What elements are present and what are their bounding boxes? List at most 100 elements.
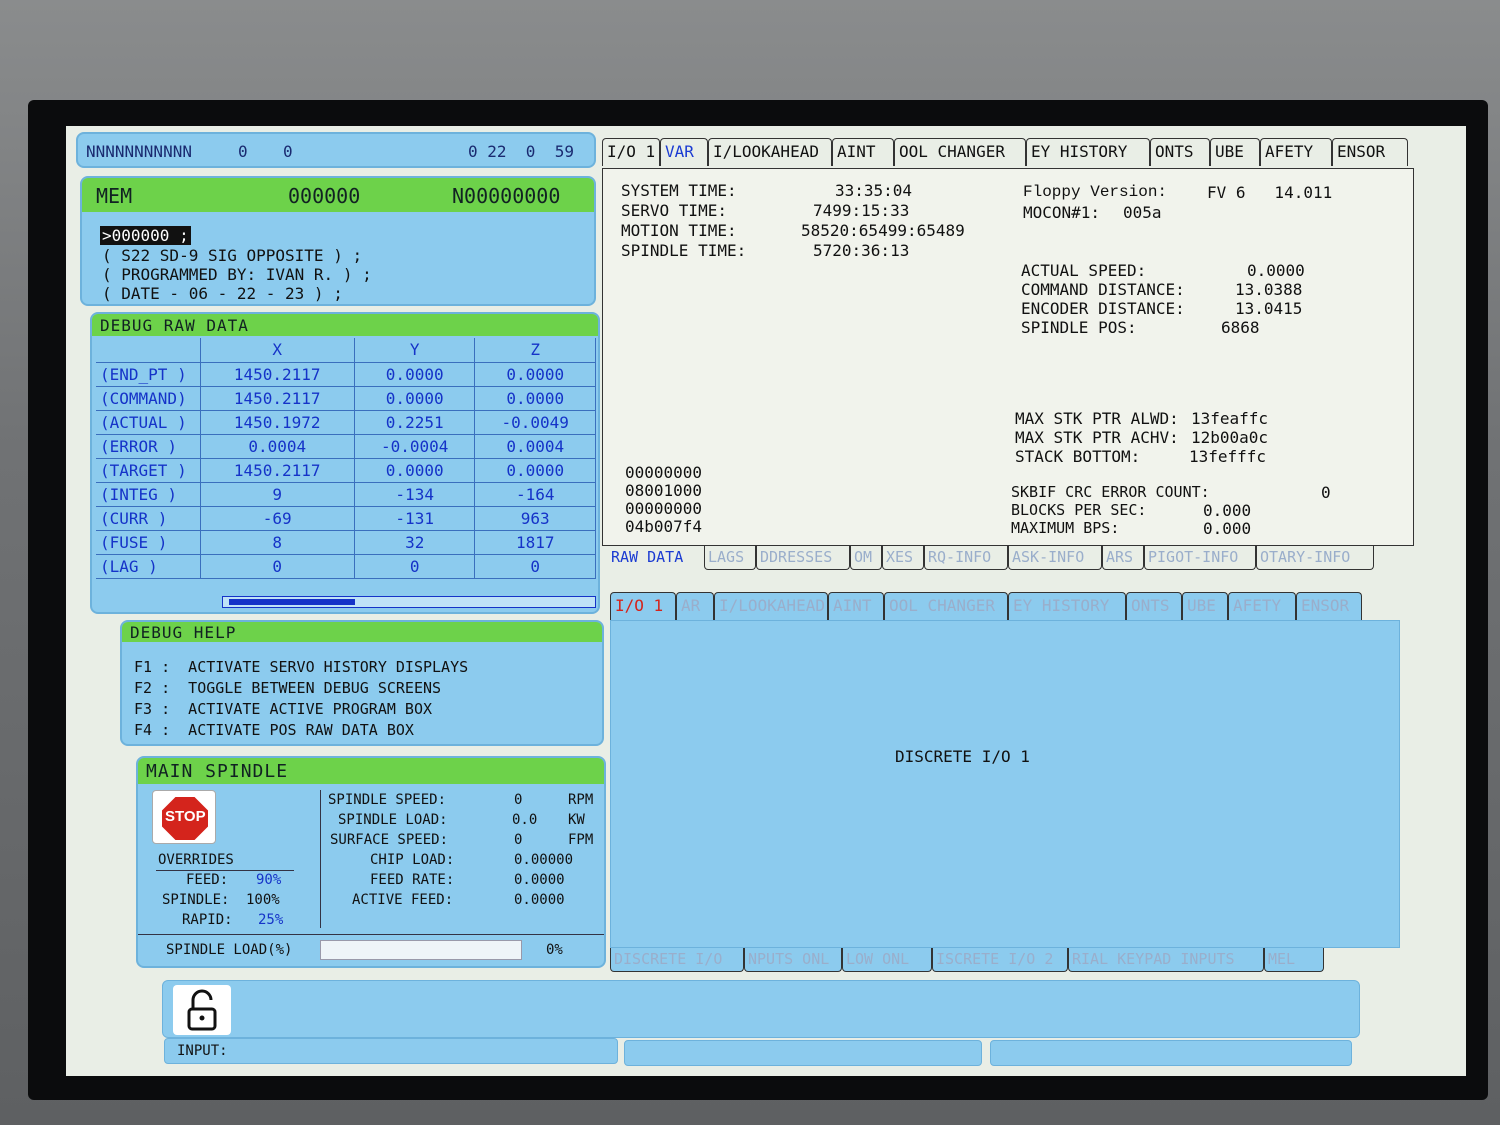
stat-label: SPINDLE LOAD: <box>338 812 448 828</box>
stack-bottom-value: 13fefffc <box>1189 447 1267 466</box>
table-row: (COMMAND) 1450.2117 0.0000 0.0000 <box>96 386 596 411</box>
tab-flow-only[interactable]: LOW ONL <box>842 948 932 972</box>
program-line-2: ( PROGRAMMED BY: IVAN R. ) ; <box>102 265 372 284</box>
spindle-load-value: 0% <box>546 942 563 958</box>
encoder-distance-value: 13.0415 <box>1235 299 1303 318</box>
tab-axes[interactable]: XES <box>882 546 924 570</box>
spindle-load-bar <box>320 940 522 960</box>
status-bar: NNNNNNNNNNN 0 0 0 22 0 59 <box>76 132 596 168</box>
tab-tool-changer[interactable]: OOL CHANGER <box>894 138 1026 166</box>
tab-rotary-info[interactable]: OTARY-INFO <box>1256 546 1374 570</box>
lower-tab-var[interactable]: AR <box>676 592 714 620</box>
row-label: (ACTUAL ) <box>96 410 201 435</box>
lower-bottom-tab-strip: DISCRETE I/O NPUTS ONL LOW ONL ISCRETE I… <box>610 948 1330 972</box>
lower-tab-io1[interactable]: I/O 1 <box>610 592 676 620</box>
tab-flags[interactable]: LAGS <box>704 546 756 570</box>
row-label: (ERROR ) <box>96 434 201 459</box>
lower-tab-maint[interactable]: AINT <box>828 592 884 620</box>
table-row: (ERROR ) 0.0004 -0.0004 0.0004 <box>96 434 596 459</box>
unlock-icon[interactable] <box>173 985 231 1035</box>
tab-addresses[interactable]: DDRESSES <box>756 546 850 570</box>
tab-sensor[interactable]: ENSOR <box>1332 138 1408 166</box>
stat-label: CHIP LOAD: <box>370 852 455 868</box>
cell-z: -164 <box>474 482 596 507</box>
lower-tab-key-history[interactable]: EY HISTORY <box>1008 592 1126 620</box>
tab-io1[interactable]: I/O 1 <box>602 138 660 166</box>
help-line-f1: F1 : ACTIVATE SERVO HISTORY DISPLAYS <box>134 658 469 676</box>
cell-x: 0.0004 <box>200 434 355 459</box>
raw-tab-strip: RAW DATA LAGS DDRESSES OM XES RQ-INFO AS… <box>608 546 1376 572</box>
lower-tab-lookahead[interactable]: I/LOOKAHEAD <box>714 592 828 620</box>
cell-z: 1817 <box>474 530 596 555</box>
stat-label: ACTIVE FEED: <box>352 892 454 908</box>
tab-fonts[interactable]: ONTS <box>1150 138 1210 166</box>
mocon-value: 005a <box>1123 203 1162 222</box>
help-line-f4: F4 : ACTIVATE POS RAW DATA BOX <box>134 721 414 739</box>
message-box-1 <box>624 1040 982 1066</box>
lower-tab-tool-changer[interactable]: OOL CHANGER <box>884 592 1008 620</box>
table-row: (TARGET ) 1450.2117 0.0000 0.0000 <box>96 458 596 483</box>
tab-rom[interactable]: OM <box>850 546 882 570</box>
stat-label: SURFACE SPEED: <box>330 832 449 848</box>
stop-sign: STOP <box>152 790 216 844</box>
horizontal-scrollbar[interactable] <box>222 596 596 608</box>
tab-mem[interactable]: MEL <box>1264 948 1324 972</box>
table-row: (ACTUAL ) 1450.1972 0.2251 -0.0049 <box>96 410 596 435</box>
lower-tab-lube[interactable]: UBE <box>1182 592 1228 620</box>
overrides-divider <box>156 870 294 871</box>
system-time-label: SYSTEM TIME: <box>621 181 737 200</box>
lower-tab-sensor[interactable]: ENSOR <box>1296 592 1362 620</box>
stat-value: 0 <box>514 792 523 808</box>
tab-discrete-io-2[interactable]: ISCRETE I/O 2 <box>932 948 1068 972</box>
spindle-load-label: SPINDLE LOAD(%) <box>166 942 293 958</box>
cell-y: -131 <box>354 506 476 531</box>
actual-speed-value: 0.0000 <box>1247 261 1305 280</box>
lower-tab-fonts[interactable]: ONTS <box>1126 592 1182 620</box>
tab-serial-keypad-inputs[interactable]: RIAL KEYPAD INPUTS <box>1068 948 1264 972</box>
var-info-panel: SYSTEM TIME: 33:35:04 SERVO TIME: 7499:1… <box>602 168 1414 546</box>
spindle-divider <box>320 790 321 928</box>
input-box[interactable]: INPUT: <box>164 1038 618 1064</box>
debug-help-header: DEBUG HELP <box>122 622 602 642</box>
stat-value: 0 <box>514 832 523 848</box>
tab-lookahead[interactable]: I/LOOKAHEAD <box>708 138 832 166</box>
lower-tab-safety[interactable]: AFETY <box>1228 592 1296 620</box>
tab-raw-data[interactable]: RAW DATA <box>608 546 704 570</box>
tab-irq-info[interactable]: RQ-INFO <box>924 546 1008 570</box>
tab-key-history[interactable]: EY HISTORY <box>1026 138 1150 166</box>
help-line-f2: F2 : TOGGLE BETWEEN DEBUG SCREENS <box>134 679 442 697</box>
spindle-time-value: 5720:36:13 <box>813 241 910 260</box>
tab-inputs-only[interactable]: NPUTS ONL <box>744 948 842 972</box>
input-label: INPUT: <box>177 1043 228 1059</box>
cell-y: 0.0000 <box>354 362 476 387</box>
tab-safety[interactable]: AFETY <box>1260 138 1332 166</box>
cell-y: 0 <box>354 554 476 579</box>
skbif-crc-label: SKBIF CRC ERROR COUNT: <box>1011 483 1210 501</box>
tab-spigot-info[interactable]: PIGOT-INFO <box>1144 546 1256 570</box>
table-row: (END_PT ) 1450.2117 0.0000 0.0000 <box>96 362 596 387</box>
motion-time-value: 58520:65499:65489 <box>801 221 965 240</box>
hex-line: 04b007f4 <box>625 517 703 536</box>
cell-y: -0.0004 <box>354 434 476 459</box>
tab-maint[interactable]: AINT <box>832 138 894 166</box>
stat-unit: RPM <box>568 792 594 808</box>
program-panel[interactable]: MEM 000000 N00000000 >000000 ; ( S22 SD-… <box>80 176 596 306</box>
stat-value: 0.0000 <box>514 872 565 888</box>
debug-raw-panel: DEBUG RAW DATA X Y Z (END_PT ) 1450.2117 0… <box>90 312 600 614</box>
scrollbar-thumb[interactable] <box>229 599 355 605</box>
tab-lube[interactable]: UBE <box>1210 138 1260 166</box>
tab-vars[interactable]: ARS <box>1102 546 1144 570</box>
spindle-pos-value: 6868 <box>1221 318 1260 337</box>
tab-var[interactable]: VAR <box>660 138 708 166</box>
cell-y: 0.2251 <box>354 410 476 435</box>
tab-task-info[interactable]: ASK-INFO <box>1008 546 1102 570</box>
motion-time-label: MOTION TIME: <box>621 221 737 240</box>
main-spindle-title: MAIN SPINDLE <box>146 761 289 782</box>
cell-z: 0.0000 <box>474 386 596 411</box>
max-stk-alwd-label: MAX STK PTR ALWD: <box>1015 409 1179 428</box>
tab-discrete-io[interactable]: DISCRETE I/O <box>610 948 744 972</box>
cell-x: 0 <box>200 554 355 579</box>
program-sequence: N00000000 <box>452 184 561 208</box>
main-spindle-header: MAIN SPINDLE <box>138 758 604 784</box>
row-label: (LAG ) <box>96 554 201 579</box>
